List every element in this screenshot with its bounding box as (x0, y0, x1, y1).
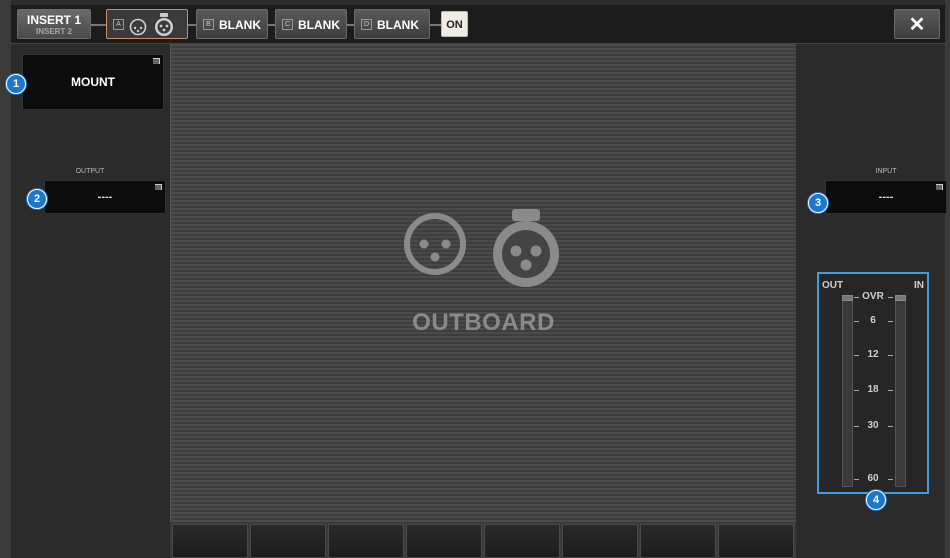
outboard-display: OUTBOARD (170, 44, 797, 522)
bottom-button[interactable] (406, 524, 482, 558)
input-select-button[interactable]: ---- (825, 180, 947, 214)
callout-2: 2 (27, 189, 47, 209)
bottom-button[interactable] (640, 524, 716, 558)
slot-a-letter: A (113, 19, 124, 30)
top-toolbar: INSERT 1 INSERT 2 A B BLANK C BLANK D BL… (11, 5, 945, 44)
input-value: ---- (878, 191, 894, 203)
meter-tick (854, 390, 859, 391)
meter-scale-18: 18 (867, 384, 879, 395)
meter-tick (888, 355, 893, 356)
output-value: ---- (97, 191, 113, 203)
meter-tick (888, 479, 893, 480)
meter-scale-6: 6 (870, 315, 876, 326)
output-label: OUTPUT (75, 168, 105, 175)
slot-b-letter: B (203, 19, 214, 30)
meter-scale-ovr: OVR (862, 291, 884, 302)
chain-connector (347, 24, 354, 26)
callout-4: 4 (866, 490, 886, 510)
bottom-button[interactable] (718, 524, 794, 558)
meter-tick (888, 390, 893, 391)
meter-out-label: OUT (822, 280, 844, 291)
outboard-window: INSERT 1 INSERT 2 A B BLANK C BLANK D BL… (0, 0, 950, 558)
chain-connector (91, 24, 106, 26)
mount-button[interactable]: MOUNT (22, 54, 164, 110)
level-meter: OUT IN OVR 6 12 18 30 60 (817, 272, 929, 494)
insert-label: INSERT 1 (26, 13, 81, 27)
meter-scale-30: 30 (867, 420, 879, 431)
bottom-button[interactable] (484, 524, 560, 558)
mount-label: MOUNT (71, 75, 115, 89)
popup-corner-icon (153, 58, 160, 64)
outboard-title: OUTBOARD (412, 309, 555, 336)
slot-c-letter: C (282, 19, 293, 30)
slot-d-label: BLANK (377, 18, 419, 32)
meter-scale-12: 12 (867, 349, 879, 360)
xlr-female-small-icon (129, 18, 147, 36)
popup-corner-icon (936, 184, 943, 190)
insert-sub-label: INSERT 2 (35, 27, 72, 36)
meter-in-label: IN (914, 280, 924, 291)
on-button[interactable]: ON (441, 11, 468, 37)
xlr-male-icon (493, 209, 559, 287)
slot-c-button[interactable]: C BLANK (275, 9, 347, 39)
slot-b-label: BLANK (219, 18, 261, 32)
meter-tick (854, 297, 859, 298)
xlr-female-icon (404, 213, 466, 275)
bottom-button[interactable] (172, 524, 248, 558)
output-select-button[interactable]: ---- (44, 180, 166, 214)
bottom-button[interactable] (562, 524, 638, 558)
left-panel (11, 44, 170, 558)
popup-corner-icon (155, 184, 162, 190)
chain-connector (430, 24, 441, 26)
meter-tick (854, 426, 859, 427)
insert-select-button[interactable]: INSERT 1 INSERT 2 (17, 9, 91, 39)
slot-c-label: BLANK (298, 18, 340, 32)
bottom-button[interactable] (250, 524, 326, 558)
slot-d-letter: D (361, 19, 372, 30)
chain-connector (268, 24, 275, 26)
bottom-button-strip (170, 522, 797, 558)
input-label: INPUT (875, 168, 897, 175)
close-icon[interactable]: ✕ (894, 9, 940, 39)
meter-tick (888, 321, 893, 322)
window-right-edge (945, 0, 950, 558)
slot-a-button[interactable]: A (106, 9, 188, 39)
meter-scale-60: 60 (867, 473, 879, 484)
meter-tick (888, 426, 893, 427)
slot-d-button[interactable]: D BLANK (354, 9, 430, 39)
slot-b-button[interactable]: B BLANK (196, 9, 268, 39)
meter-tick (854, 321, 859, 322)
callout-3: 3 (808, 193, 828, 213)
meter-tick (854, 479, 859, 480)
callout-1: 1 (6, 74, 26, 94)
bottom-button[interactable] (328, 524, 404, 558)
chain-connector (188, 24, 196, 26)
xlr-male-small-icon (155, 13, 173, 36)
meter-tick (854, 355, 859, 356)
meter-tick (888, 297, 893, 298)
